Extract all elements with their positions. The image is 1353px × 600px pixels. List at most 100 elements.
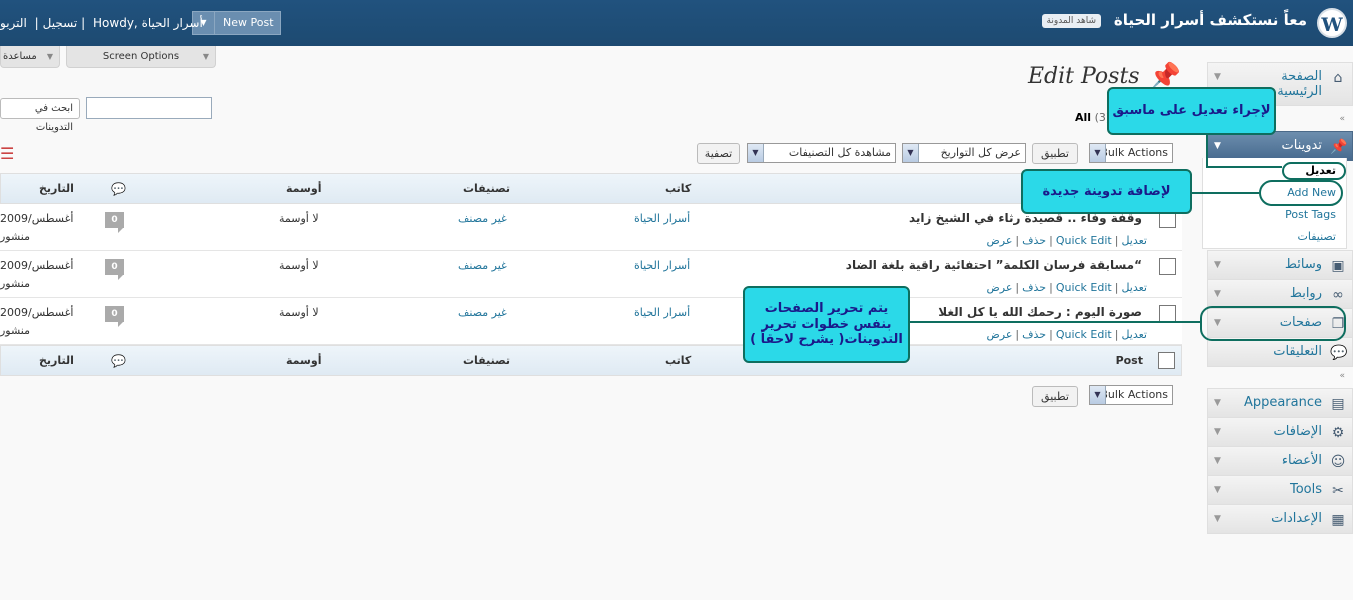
page-title: Edit Posts	[1028, 64, 1140, 89]
visit-site-button[interactable]: شاهد المدونة	[1041, 14, 1101, 28]
list-view-icon[interactable]: ☰	[0, 144, 14, 163]
dates-label: عرض كل التواريخ	[940, 146, 1021, 159]
categories-select[interactable]: ▼ مشاهدة كل التصنيفات	[747, 143, 896, 163]
collapse-arrow-icon[interactable]: «	[1339, 371, 1345, 381]
delete-link[interactable]: حذف	[1022, 328, 1046, 341]
view-link[interactable]: عرض	[986, 281, 1012, 294]
screen-options-label: Screen Options	[102, 51, 180, 62]
post-title-link[interactable]: صورة اليوم : رحمك الله يا كل الغلا	[938, 305, 1142, 319]
chevron-down-icon: ▼	[1090, 144, 1106, 162]
menu-settings-label: الإعدادات	[1271, 511, 1322, 526]
wordpress-logo-icon[interactable]: W	[1317, 8, 1347, 38]
edit-link[interactable]: تعديل	[1121, 281, 1147, 294]
comments-column-icon: 💬	[111, 182, 126, 196]
category-link[interactable]: غير مصنف	[458, 212, 507, 225]
separator: |	[1114, 328, 1119, 341]
view-link[interactable]: عرض	[986, 328, 1012, 341]
chevron-down-icon: ▼	[748, 144, 764, 162]
menu-media[interactable]: ▣ وسائط ▼	[1207, 250, 1353, 280]
filter-all-link[interactable]: All (3)	[1075, 111, 1110, 124]
tools-icon: ✂	[1332, 483, 1344, 499]
chevron-down-icon[interactable]: ▼	[1214, 485, 1221, 495]
apply-button-bottom[interactable]: تطبيق	[1032, 386, 1078, 407]
site-title[interactable]: معاً نستكشف أسرار الحياة	[1114, 11, 1307, 29]
status-value: منشور	[0, 324, 31, 337]
row-actions: تعديل|Quick Edit|حذف|عرض	[986, 328, 1147, 341]
chevron-down-icon[interactable]: ▼	[1214, 427, 1221, 437]
chevron-down-icon[interactable]: ▼	[1214, 398, 1221, 408]
post-column-header[interactable]: Post	[1116, 354, 1143, 367]
dates-select[interactable]: ▼ عرض كل التواريخ	[902, 143, 1026, 163]
category-link[interactable]: غير مصنف	[458, 306, 507, 319]
menu-comments[interactable]: 💬 التعليقات	[1207, 337, 1353, 367]
comments-column-icon: 💬	[111, 354, 126, 368]
author-link[interactable]: أسرار الحياة	[634, 306, 690, 319]
date-column-header[interactable]: التاريخ	[39, 354, 74, 367]
author-link[interactable]: أسرار الحياة	[634, 259, 690, 272]
quick-edit-link[interactable]: Quick Edit	[1056, 281, 1112, 294]
menu-appearance-label: Appearance	[1243, 395, 1322, 410]
chevron-down-icon[interactable]: ▼	[1214, 260, 1221, 270]
chevron-down-icon: ▼	[903, 144, 919, 162]
chevron-down-icon[interactable]: ▼	[1214, 456, 1221, 466]
menu-media-label: وسائط	[1284, 257, 1322, 272]
tags-value: لا أوسمة	[279, 212, 319, 225]
screen-options-button[interactable]: Screen Options ▼	[66, 46, 216, 68]
author-column-header[interactable]: كاتب	[665, 354, 691, 367]
chevron-down-icon[interactable]: ▼	[1214, 514, 1221, 524]
menu-users[interactable]: ☺ الأعضاء ▼	[1207, 446, 1353, 476]
submenu-post-tags[interactable]: Post Tags	[1285, 208, 1336, 221]
turbo-link[interactable]: التربو	[0, 16, 27, 30]
view-link[interactable]: عرض	[986, 234, 1012, 247]
edit-link[interactable]: تعديل	[1121, 234, 1147, 247]
tags-value: لا أوسمة	[279, 306, 319, 319]
author-link[interactable]: أسرار الحياة	[634, 212, 690, 225]
date-value: 2009/أغسطس	[0, 212, 74, 225]
annotation-edit-existing: لإجراء تعديل على ماسبق	[1107, 87, 1276, 135]
comment-count-bubble[interactable]: 0	[105, 306, 124, 327]
menu-plugins[interactable]: ⚙ الإضافات ▼	[1207, 417, 1353, 447]
bulk-actions-select-bottom[interactable]: ▼ Bulk Actions	[1089, 385, 1173, 405]
apply-button-top[interactable]: تطبيق	[1032, 143, 1078, 164]
search-input[interactable]	[86, 97, 212, 119]
category-link[interactable]: غير مصنف	[458, 259, 507, 272]
separator: |	[1015, 234, 1020, 247]
user-info: تسجيل| التربو | Howdy, أسرار الحياة	[0, 16, 207, 30]
chevron-down-icon[interactable]: ▼	[1214, 72, 1221, 82]
separator: |	[34, 16, 39, 30]
chevron-down-icon[interactable]: ▼	[1214, 289, 1221, 299]
plugin-icon: ⚙	[1331, 425, 1345, 441]
annotation-connector	[910, 321, 1200, 323]
bulk-actions-select-top[interactable]: ▼ Bulk Actions	[1089, 143, 1173, 163]
logout-link[interactable]: تسجيل	[43, 16, 78, 30]
post-title-link[interactable]: “مسابقة فرسان الكلمة” احتفائية راقية بلغ…	[846, 258, 1142, 272]
quick-edit-link[interactable]: Quick Edit	[1056, 234, 1112, 247]
menu-settings[interactable]: ▦ الإعدادات ▼	[1207, 504, 1353, 534]
quick-edit-link[interactable]: Quick Edit	[1056, 328, 1112, 341]
home-icon: ⌂	[1333, 70, 1343, 86]
author-column-header[interactable]: كاتب	[665, 182, 691, 195]
menu-tools[interactable]: ✂ Tools ▼	[1207, 475, 1353, 505]
search-posts-button[interactable]: ابحث في التدوينات	[0, 98, 80, 133]
edit-link[interactable]: تعديل	[1121, 328, 1147, 341]
menu-users-label: الأعضاء	[1281, 453, 1322, 468]
menu-links-label: روابط	[1289, 286, 1322, 301]
help-label: مساعدة	[3, 51, 37, 62]
date-column-header[interactable]: التاريخ	[39, 182, 74, 195]
filter-button[interactable]: تصفية	[697, 143, 740, 164]
menu-links[interactable]: ∞ روابط ▼	[1207, 279, 1353, 309]
row-checkbox[interactable]	[1159, 305, 1176, 322]
help-button[interactable]: مساعدة ▼	[0, 46, 60, 68]
howdy-user-link[interactable]: Howdy, أسرار الحياة	[93, 16, 203, 30]
comment-count-bubble[interactable]: 0	[105, 259, 124, 280]
delete-link[interactable]: حذف	[1022, 281, 1046, 294]
menu-appearance[interactable]: ▤ Appearance ▼	[1207, 388, 1353, 418]
submenu-categories[interactable]: تصنيفات	[1297, 230, 1336, 243]
row-checkbox[interactable]	[1159, 258, 1176, 275]
menu-posts[interactable]: 📌 تدوينات ▼	[1207, 131, 1353, 161]
delete-link[interactable]: حذف	[1022, 234, 1046, 247]
select-all-checkbox[interactable]	[1158, 352, 1175, 369]
collapse-arrow-icon[interactable]: «	[1339, 114, 1345, 124]
chevron-down-icon[interactable]: ▼	[1214, 141, 1221, 151]
comment-count-bubble[interactable]: 0	[105, 212, 124, 233]
